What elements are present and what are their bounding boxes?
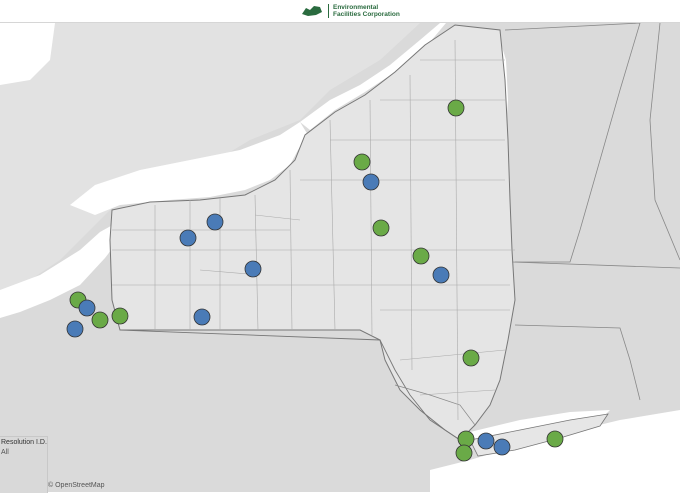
- map-marker-green[interactable]: [455, 444, 473, 462]
- map-marker-green[interactable]: [111, 307, 129, 325]
- map-marker-blue[interactable]: [179, 229, 197, 247]
- header-bar: Environmental Facilities Corporation: [0, 0, 680, 23]
- map-marker-blue[interactable]: [66, 320, 84, 338]
- map-marker-blue[interactable]: [477, 432, 495, 450]
- map-marker-blue[interactable]: [193, 308, 211, 326]
- logo-line-1: Environmental: [333, 4, 379, 11]
- map-marker-green[interactable]: [546, 430, 564, 448]
- filter-value[interactable]: All: [1, 449, 9, 456]
- marker-layer: [66, 99, 564, 462]
- map-marker-green[interactable]: [462, 349, 480, 367]
- osm-attribution[interactable]: © OpenStreetMap: [48, 482, 105, 489]
- filter-label: Resolution I.D.: [1, 439, 47, 446]
- map-marker-green[interactable]: [447, 99, 465, 117]
- map-marker-green[interactable]: [372, 219, 390, 237]
- efc-logo: Environmental Facilities Corporation: [300, 3, 400, 19]
- map-marker-blue[interactable]: [362, 173, 380, 191]
- map-marker-blue[interactable]: [78, 299, 96, 317]
- map-marker-green[interactable]: [91, 311, 109, 329]
- map-marker-blue[interactable]: [244, 260, 262, 278]
- map-marker-blue[interactable]: [206, 213, 224, 231]
- map-marker-green[interactable]: [412, 247, 430, 265]
- map-view[interactable]: [0, 23, 680, 492]
- logo-line-2: Facilities Corporation: [333, 11, 400, 18]
- new-york-state-logo-icon: [302, 6, 322, 16]
- resolution-id-filter[interactable]: Resolution I.D. All: [0, 436, 48, 493]
- map-marker-blue[interactable]: [432, 266, 450, 284]
- map-marker-green[interactable]: [457, 430, 475, 448]
- logo-separator: [328, 4, 329, 18]
- map-marker-green[interactable]: [353, 153, 371, 171]
- map-marker-blue[interactable]: [493, 438, 511, 456]
